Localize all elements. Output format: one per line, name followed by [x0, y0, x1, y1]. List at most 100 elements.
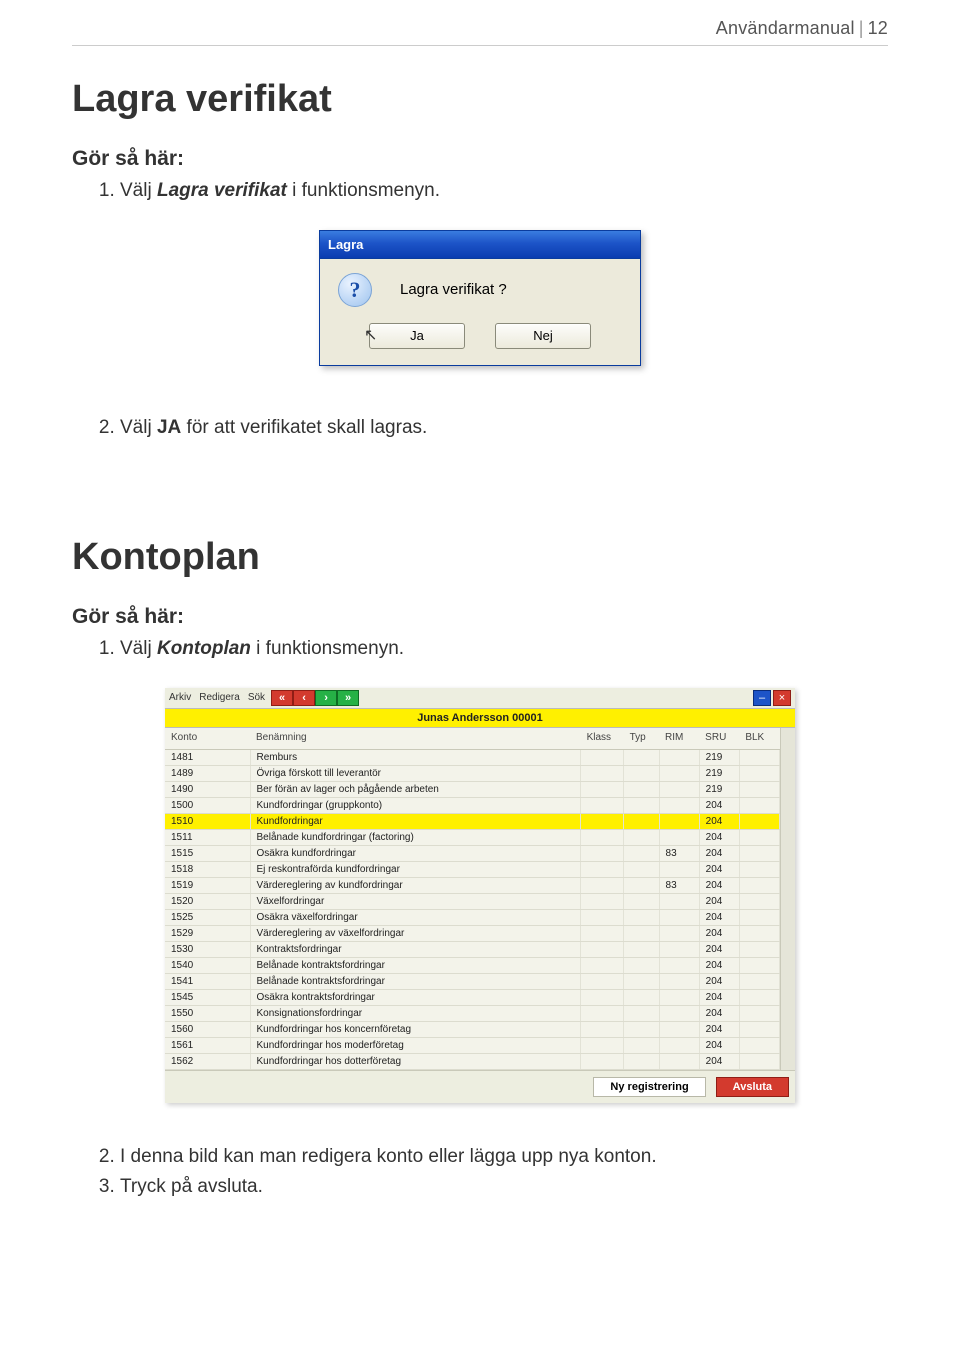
window-controls: – ×: [753, 690, 791, 706]
cell-sru: 204: [699, 1037, 739, 1053]
menu-redigera[interactable]: Redigera: [199, 692, 240, 703]
cell-rim: [659, 749, 699, 765]
cell-klass: [581, 925, 624, 941]
table-row[interactable]: 1561Kundfordringar hos moderföretag204: [165, 1037, 780, 1053]
cell-rim: [659, 989, 699, 1005]
table-row[interactable]: 1511Belånade kundfordringar (factoring)2…: [165, 829, 780, 845]
cell-rim: [659, 765, 699, 781]
table-row[interactable]: 1519Värdereglering av kundfordringar8320…: [165, 877, 780, 893]
cell-sru: 219: [699, 749, 739, 765]
cell-typ: [624, 861, 659, 877]
th-rim[interactable]: RIM: [659, 728, 699, 750]
new-record-button[interactable]: Ny registrering: [593, 1077, 705, 1097]
cell-konto: 1540: [165, 957, 250, 973]
cell-benamning: Ber förän av lager och pågående arbeten: [250, 781, 581, 797]
cell-typ: [624, 765, 659, 781]
cell-typ: [624, 829, 659, 845]
dialog-yes-button[interactable]: Ja: [369, 323, 465, 349]
cell-typ: [624, 1005, 659, 1021]
step-kontoplan-1: Välj Kontoplan i funktionsmenyn.: [120, 635, 888, 664]
section-title-kontoplan: Kontoplan: [72, 536, 888, 579]
cell-sru: 204: [699, 1021, 739, 1037]
scrollbar[interactable]: [780, 728, 795, 1070]
cell-rim: [659, 813, 699, 829]
cell-sru: 204: [699, 797, 739, 813]
table-row[interactable]: 1481Remburs219: [165, 749, 780, 765]
cell-benamning: Konsignationsfordringar: [250, 1005, 581, 1021]
cell-blk: [739, 1005, 779, 1021]
kontoplan-window: Arkiv Redigera Sök « ‹ › » – × Junas And…: [165, 688, 795, 1103]
cell-blk: [739, 1037, 779, 1053]
cell-sru: 204: [699, 973, 739, 989]
table-row[interactable]: 1520Växelfordringar204: [165, 893, 780, 909]
cell-klass: [581, 877, 624, 893]
cell-typ: [624, 1021, 659, 1037]
cell-benamning: Osäkra växelfordringar: [250, 909, 581, 925]
cell-rim: [659, 973, 699, 989]
cell-klass: [581, 1053, 624, 1069]
th-sru[interactable]: SRU: [699, 728, 739, 750]
close-icon[interactable]: ×: [773, 690, 791, 706]
dialog-button-row: ↖ Ja Nej: [320, 317, 640, 365]
table-row[interactable]: 1545Osäkra kontraktsfordringar204: [165, 989, 780, 1005]
table-row[interactable]: 1490Ber förän av lager och pågående arbe…: [165, 781, 780, 797]
table-row[interactable]: 1550Konsignationsfordringar204: [165, 1005, 780, 1021]
table-row[interactable]: 1530Kontraktsfordringar204: [165, 941, 780, 957]
table-row[interactable]: 1489Övriga förskott till leverantör219: [165, 765, 780, 781]
table-row[interactable]: 1518Ej reskontraförda kundfordringar204: [165, 861, 780, 877]
cell-rim: 83: [659, 877, 699, 893]
cell-blk: [739, 861, 779, 877]
table-row[interactable]: 1540Belånade kontraktsfordringar204: [165, 957, 780, 973]
table-row[interactable]: 1562Kundfordringar hos dotterföretag204: [165, 1053, 780, 1069]
th-benamning[interactable]: Benämning: [250, 728, 581, 750]
menu-arkiv[interactable]: Arkiv: [169, 692, 191, 703]
dialog-no-button[interactable]: Nej: [495, 323, 591, 349]
dialog-titlebar[interactable]: Lagra: [320, 231, 640, 259]
cell-klass: [581, 941, 624, 957]
cell-benamning: Belånade kontraktsfordringar: [250, 957, 581, 973]
nav-last-icon[interactable]: »: [337, 690, 359, 706]
kontoplan-menubar: Arkiv Redigera Sök « ‹ › » – ×: [165, 688, 795, 708]
cell-konto: 1529: [165, 925, 250, 941]
cell-rim: [659, 893, 699, 909]
section-title-lagra: Lagra verifikat: [72, 78, 888, 121]
nav-first-icon[interactable]: «: [271, 690, 293, 706]
cell-konto: 1490: [165, 781, 250, 797]
cell-blk: [739, 765, 779, 781]
cell-rim: [659, 1053, 699, 1069]
close-button[interactable]: Avsluta: [716, 1077, 789, 1097]
table-row[interactable]: 1515Osäkra kundfordringar83204: [165, 845, 780, 861]
steps-list-kontoplan-1: Välj Kontoplan i funktionsmenyn.: [72, 635, 888, 664]
cell-typ: [624, 813, 659, 829]
steps-list-kontoplan-2: I denna bild kan man redigera konto elle…: [72, 1143, 888, 1202]
th-klass[interactable]: Klass: [581, 728, 624, 750]
table-row[interactable]: 1560Kundfordringar hos koncernföretag204: [165, 1021, 780, 1037]
minimize-icon[interactable]: –: [753, 690, 771, 706]
header-rule: [72, 45, 888, 46]
cell-benamning: Övriga förskott till leverantör: [250, 765, 581, 781]
kontoplan-table: Konto Benämning Klass Typ RIM SRU BLK 14…: [165, 728, 780, 1070]
cell-rim: [659, 957, 699, 973]
cell-typ: [624, 749, 659, 765]
cell-typ: [624, 877, 659, 893]
cell-rim: [659, 1037, 699, 1053]
cell-sru: 204: [699, 909, 739, 925]
th-blk[interactable]: BLK: [739, 728, 779, 750]
nav-next-icon[interactable]: ›: [315, 690, 337, 706]
cell-benamning: Belånade kontraktsfordringar: [250, 973, 581, 989]
table-row[interactable]: 1541Belånade kontraktsfordringar204: [165, 973, 780, 989]
table-row[interactable]: 1500Kundfordringar (gruppkonto)204: [165, 797, 780, 813]
table-row[interactable]: 1529Värdereglering av växelfordringar204: [165, 925, 780, 941]
cell-blk: [739, 973, 779, 989]
nav-prev-icon[interactable]: ‹: [293, 690, 315, 706]
cell-typ: [624, 941, 659, 957]
th-typ[interactable]: Typ: [624, 728, 659, 750]
cell-konto: 1511: [165, 829, 250, 845]
cell-sru: 204: [699, 861, 739, 877]
menu-sok[interactable]: Sök: [248, 692, 265, 703]
cell-sru: 219: [699, 765, 739, 781]
cell-benamning: Kontraktsfordringar: [250, 941, 581, 957]
table-row[interactable]: 1525Osäkra växelfordringar204: [165, 909, 780, 925]
table-row[interactable]: 1510Kundfordringar204: [165, 813, 780, 829]
th-konto[interactable]: Konto: [165, 728, 250, 750]
